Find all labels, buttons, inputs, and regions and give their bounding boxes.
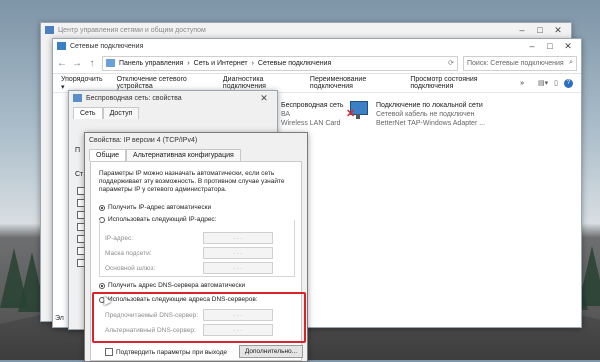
validate-checkbox[interactable] xyxy=(105,348,113,356)
connection-status: Сетевой кабель не подключен xyxy=(376,111,475,118)
connection-adapter: BetterNet TAP-Windows Adapter ... xyxy=(376,120,486,127)
dns-auto-radio[interactable] xyxy=(99,282,105,289)
control-panel-titlebar: Центр управления сетями и общим доступом… xyxy=(41,23,571,37)
more-commands[interactable]: » xyxy=(520,80,524,87)
validate-label: Подтвердить параметры при выходе xyxy=(116,348,228,356)
tab-network[interactable]: Сеть xyxy=(73,107,103,119)
subnet-mask-field[interactable]: . . . xyxy=(203,247,273,259)
minimize-button[interactable]: – xyxy=(513,23,531,37)
search-placeholder: Поиск: Сетевые подключения xyxy=(467,59,564,67)
address-row: ← → ↑ Панель управления › Сеть и Интерне… xyxy=(53,53,581,74)
network-connections-icon xyxy=(57,42,66,50)
dialog-title: Свойства: IP версии 4 (TCP/IPv4) xyxy=(89,136,198,144)
side-label: Ст xyxy=(75,171,84,178)
gateway-label: Основной шлюз: xyxy=(105,264,156,272)
gateway-field[interactable]: . . . xyxy=(203,262,273,274)
back-arrow-icon[interactable]: ← xyxy=(57,58,67,69)
gateway-row: Основной шлюз: . . . xyxy=(105,262,273,274)
wireless-tabs: Сеть Доступ xyxy=(69,105,277,119)
lan-connection-item[interactable]: ✕ Подключение по локальной сети Сетевой … xyxy=(346,101,486,128)
close-button[interactable]: ✕ xyxy=(255,91,273,105)
help-icon[interactable]: ? xyxy=(564,78,573,88)
control-panel-icon xyxy=(106,59,115,67)
maximize-button[interactable]: □ xyxy=(541,39,559,53)
wireless-properties-titlebar: Беспроводная сеть: свойства ✕ xyxy=(69,91,277,105)
ip-auto-option[interactable]: Получить IP-адрес автоматически xyxy=(99,204,211,211)
address-bar[interactable]: Панель управления › Сеть и Интернет › Се… xyxy=(102,55,458,71)
connection-name: Беспроводная сеть xyxy=(281,102,344,109)
network-center-icon xyxy=(45,26,54,34)
breadcrumb-item[interactable]: Сетевые подключения xyxy=(258,60,331,67)
ipv4-tabs: Общие Альтернативная конфигурация xyxy=(85,147,307,161)
validate-on-exit-option[interactable]: Подтвердить параметры при выходе xyxy=(105,348,227,356)
connection-adapter: Wireless LAN Card xyxy=(281,120,341,127)
ip-address-field[interactable]: . . . xyxy=(203,232,273,244)
maximize-button[interactable]: □ xyxy=(531,23,549,37)
ipv4-titlebar: Свойства: IP версии 4 (TCP/IPv4) xyxy=(85,133,307,147)
connection-status: ВА xyxy=(281,111,291,118)
forward-arrow-icon[interactable]: → xyxy=(72,58,82,69)
cmd-diagnose[interactable]: Диагностика подключения xyxy=(223,76,296,90)
dns-auto-option[interactable]: Получить адрес DNS-сервера автоматически xyxy=(99,282,245,289)
status-bar-text: Эл xyxy=(55,315,64,322)
wireless-icon xyxy=(73,94,82,102)
subnet-mask-row: Маска подсети: . . . xyxy=(105,247,273,259)
breadcrumb-item[interactable]: Панель управления xyxy=(119,60,183,67)
close-button[interactable]: ✕ xyxy=(549,23,567,37)
ip-description: Параметры IP можно назначать автоматичес… xyxy=(99,170,285,193)
refresh-icon[interactable]: ⟳ xyxy=(448,59,454,67)
preview-pane-icon[interactable]: ▯ xyxy=(554,79,558,88)
cmd-rename[interactable]: Переименование подключения xyxy=(310,76,396,90)
control-panel-title: Центр управления сетями и общим доступом xyxy=(58,26,206,34)
window-title: Сетевые подключения xyxy=(70,42,144,50)
close-button[interactable]: ✕ xyxy=(559,39,577,53)
wireless-connection-item[interactable]: Беспроводная сеть ВА Wireless LAN Card xyxy=(281,101,344,128)
side-label: П xyxy=(75,147,81,154)
ip-auto-label: Получить IP-адрес автоматически xyxy=(108,204,212,211)
network-adapter-icon: ✕ xyxy=(346,101,370,121)
organize-menu[interactable]: Упорядочить ▾ xyxy=(61,76,103,91)
ip-address-label: IP-адрес: xyxy=(105,234,133,242)
network-connections-titlebar: Сетевые подключения – □ ✕ xyxy=(53,39,581,53)
search-icon: ⌕ xyxy=(569,59,573,66)
dns-auto-label: Получить адрес DNS-сервера автоматически xyxy=(108,282,246,289)
cmd-disable-device[interactable]: Отключение сетевого устройства xyxy=(117,76,209,90)
up-arrow-icon[interactable]: ↑ xyxy=(87,58,97,69)
subnet-mask-label: Маска подсети: xyxy=(105,249,152,257)
cmd-view-status[interactable]: Просмотр состояния подключения xyxy=(410,76,506,90)
connection-name: Подключение по локальной сети xyxy=(376,102,483,109)
advanced-button[interactable]: Дополнительно... xyxy=(239,345,303,358)
dns-highlight-box xyxy=(92,292,306,343)
ip-auto-radio[interactable] xyxy=(99,204,105,211)
tab-alternate-config[interactable]: Альтернативная конфигурация xyxy=(126,149,241,161)
dialog-title: Беспроводная сеть: свойства xyxy=(86,94,182,102)
minimize-button[interactable]: – xyxy=(523,39,541,53)
view-options-icon[interactable]: ▤▾ xyxy=(538,79,548,88)
tab-general[interactable]: Общие xyxy=(89,149,127,161)
disconnected-x-icon: ✕ xyxy=(346,108,356,120)
tab-sharing[interactable]: Доступ xyxy=(102,107,140,119)
ip-address-row: IP-адрес: . . . xyxy=(105,232,273,244)
search-input[interactable]: Поиск: Сетевые подключения ⌕ xyxy=(463,55,577,71)
breadcrumb-item[interactable]: Сеть и Интернет xyxy=(194,60,248,67)
